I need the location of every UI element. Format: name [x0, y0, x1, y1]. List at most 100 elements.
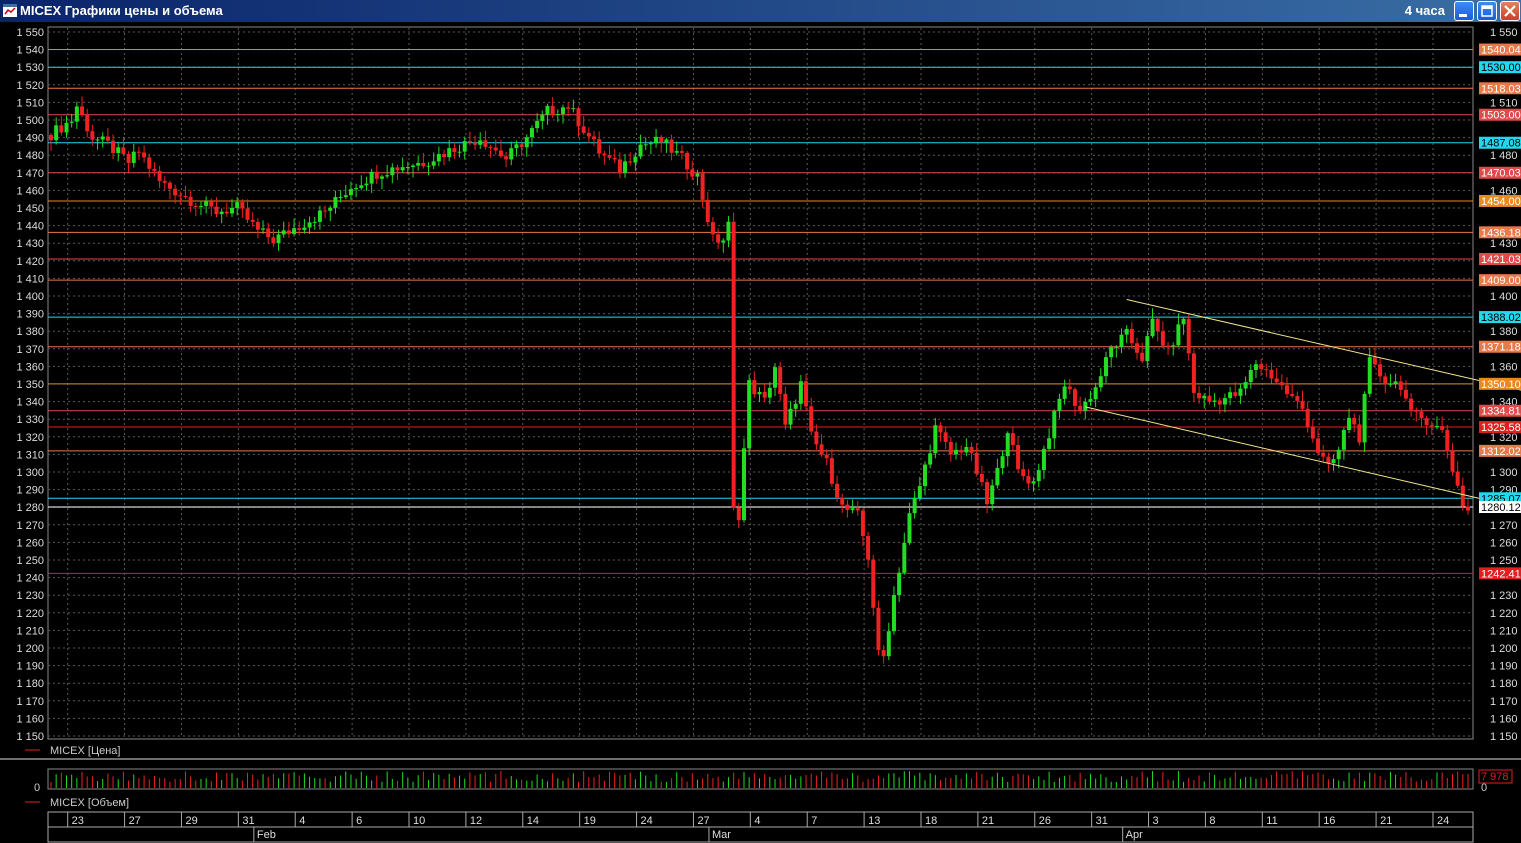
candle-down — [1026, 476, 1031, 484]
price-tick-left: 1 270 — [16, 520, 44, 532]
candle-up — [540, 114, 545, 121]
candle-down — [1021, 469, 1026, 477]
price-tick-left: 1 290 — [16, 485, 44, 497]
candle-down — [1316, 438, 1321, 453]
candle-down — [1207, 395, 1212, 402]
candle-up — [773, 367, 778, 388]
minimize-button[interactable] — [1454, 1, 1474, 21]
price-tick-right: 1 300 — [1490, 467, 1518, 479]
candle-up — [54, 125, 59, 141]
candle-down — [876, 607, 881, 651]
candle-up — [219, 211, 224, 215]
day-label: 10 — [413, 815, 425, 827]
channel-line — [1085, 406, 1521, 509]
candle-up — [623, 161, 628, 173]
candle-up — [116, 147, 121, 153]
candle-down — [576, 108, 581, 127]
candle-down — [286, 230, 291, 234]
price-tick-right: 1 250 — [1490, 555, 1518, 567]
candle-up — [757, 391, 762, 395]
candle-down — [519, 144, 524, 148]
candle-up — [917, 486, 922, 499]
price-tick-right: 1 400 — [1490, 291, 1518, 303]
candle-down — [710, 222, 715, 235]
candle-down — [1445, 429, 1450, 452]
candle-down — [493, 147, 498, 151]
candle-down — [1310, 427, 1315, 439]
candle-down — [1305, 408, 1310, 428]
candle-up — [307, 222, 312, 228]
candle-down — [716, 234, 721, 243]
month-label: Feb — [257, 829, 276, 841]
candle-down — [1295, 396, 1300, 401]
candle-up — [1031, 481, 1036, 484]
candle-down — [1274, 378, 1279, 383]
candle-down — [1135, 343, 1140, 353]
candle-up — [529, 128, 534, 138]
candle-down — [602, 153, 607, 156]
period-label[interactable]: 4 часа — [1405, 0, 1445, 22]
candle-down — [1160, 331, 1165, 346]
candle-down — [442, 154, 447, 158]
day-label: 31 — [1096, 815, 1108, 827]
candle-up — [798, 381, 803, 404]
price-tick-right: 1 150 — [1490, 731, 1518, 743]
candle-up — [1047, 438, 1052, 449]
candle-down — [829, 458, 834, 484]
candle-up — [1331, 459, 1336, 464]
price-tick-left: 1 300 — [16, 467, 44, 479]
candle-down — [860, 510, 865, 536]
price-tick-right: 1 190 — [1490, 661, 1518, 673]
candle-down — [1398, 381, 1403, 390]
candle-down — [147, 157, 152, 169]
candle-down — [592, 136, 597, 140]
candle-up — [1093, 387, 1098, 400]
candle-down — [1129, 328, 1134, 344]
price-tick-right: 1 220 — [1490, 608, 1518, 620]
candle-down — [136, 151, 141, 153]
candle-down — [690, 169, 695, 177]
candle-down — [1321, 452, 1326, 457]
candle-up — [767, 387, 772, 398]
candle-down — [1429, 425, 1434, 427]
price-tick-left: 1 370 — [16, 344, 44, 356]
candle-down — [1010, 433, 1015, 445]
day-label: 27 — [129, 815, 141, 827]
candle-up — [333, 197, 338, 208]
candle-down — [943, 432, 948, 442]
candle-down — [1155, 318, 1160, 332]
volume-bars — [50, 771, 1469, 788]
candle-down — [778, 367, 783, 394]
candle-down — [607, 155, 612, 158]
candle-up — [411, 165, 416, 167]
month-label: Mar — [712, 829, 731, 841]
candle-down — [1403, 389, 1408, 399]
candle-down — [1217, 400, 1222, 405]
candle-down — [783, 393, 788, 425]
candle-up — [560, 107, 565, 115]
price-tick-right: 1 270 — [1490, 520, 1518, 532]
price-tick-left: 1 150 — [16, 731, 44, 743]
candle-down — [1233, 392, 1238, 396]
price-volume-chart[interactable]: 1 150 1 160 1 170 1 180 1 190 1 200 1 210 1 220… — [0, 22, 1521, 843]
candle-up — [571, 108, 576, 110]
maximize-button[interactable] — [1477, 1, 1497, 21]
candle-up — [354, 188, 359, 190]
candle-down — [1357, 424, 1362, 443]
candle-down — [597, 139, 602, 154]
candle-down — [586, 132, 591, 137]
candle-up — [364, 183, 369, 186]
day-label: 23 — [72, 815, 84, 827]
candle-up — [922, 464, 927, 487]
price-tick-left: 1 220 — [16, 608, 44, 620]
candle-down — [871, 559, 876, 608]
window-titlebar[interactable]: MICEX Графики цены и объема 4 часа — [0, 0, 1521, 22]
candlestick-series — [49, 96, 1470, 664]
price-tick-right: 1 510 — [1490, 97, 1518, 109]
day-label: 4 — [754, 815, 760, 827]
close-button[interactable] — [1500, 1, 1520, 21]
candle-down — [1269, 369, 1274, 379]
price-tick-right: 1 200 — [1490, 643, 1518, 655]
price-tick-right: 1 430 — [1490, 238, 1518, 250]
candle-down — [188, 196, 193, 206]
